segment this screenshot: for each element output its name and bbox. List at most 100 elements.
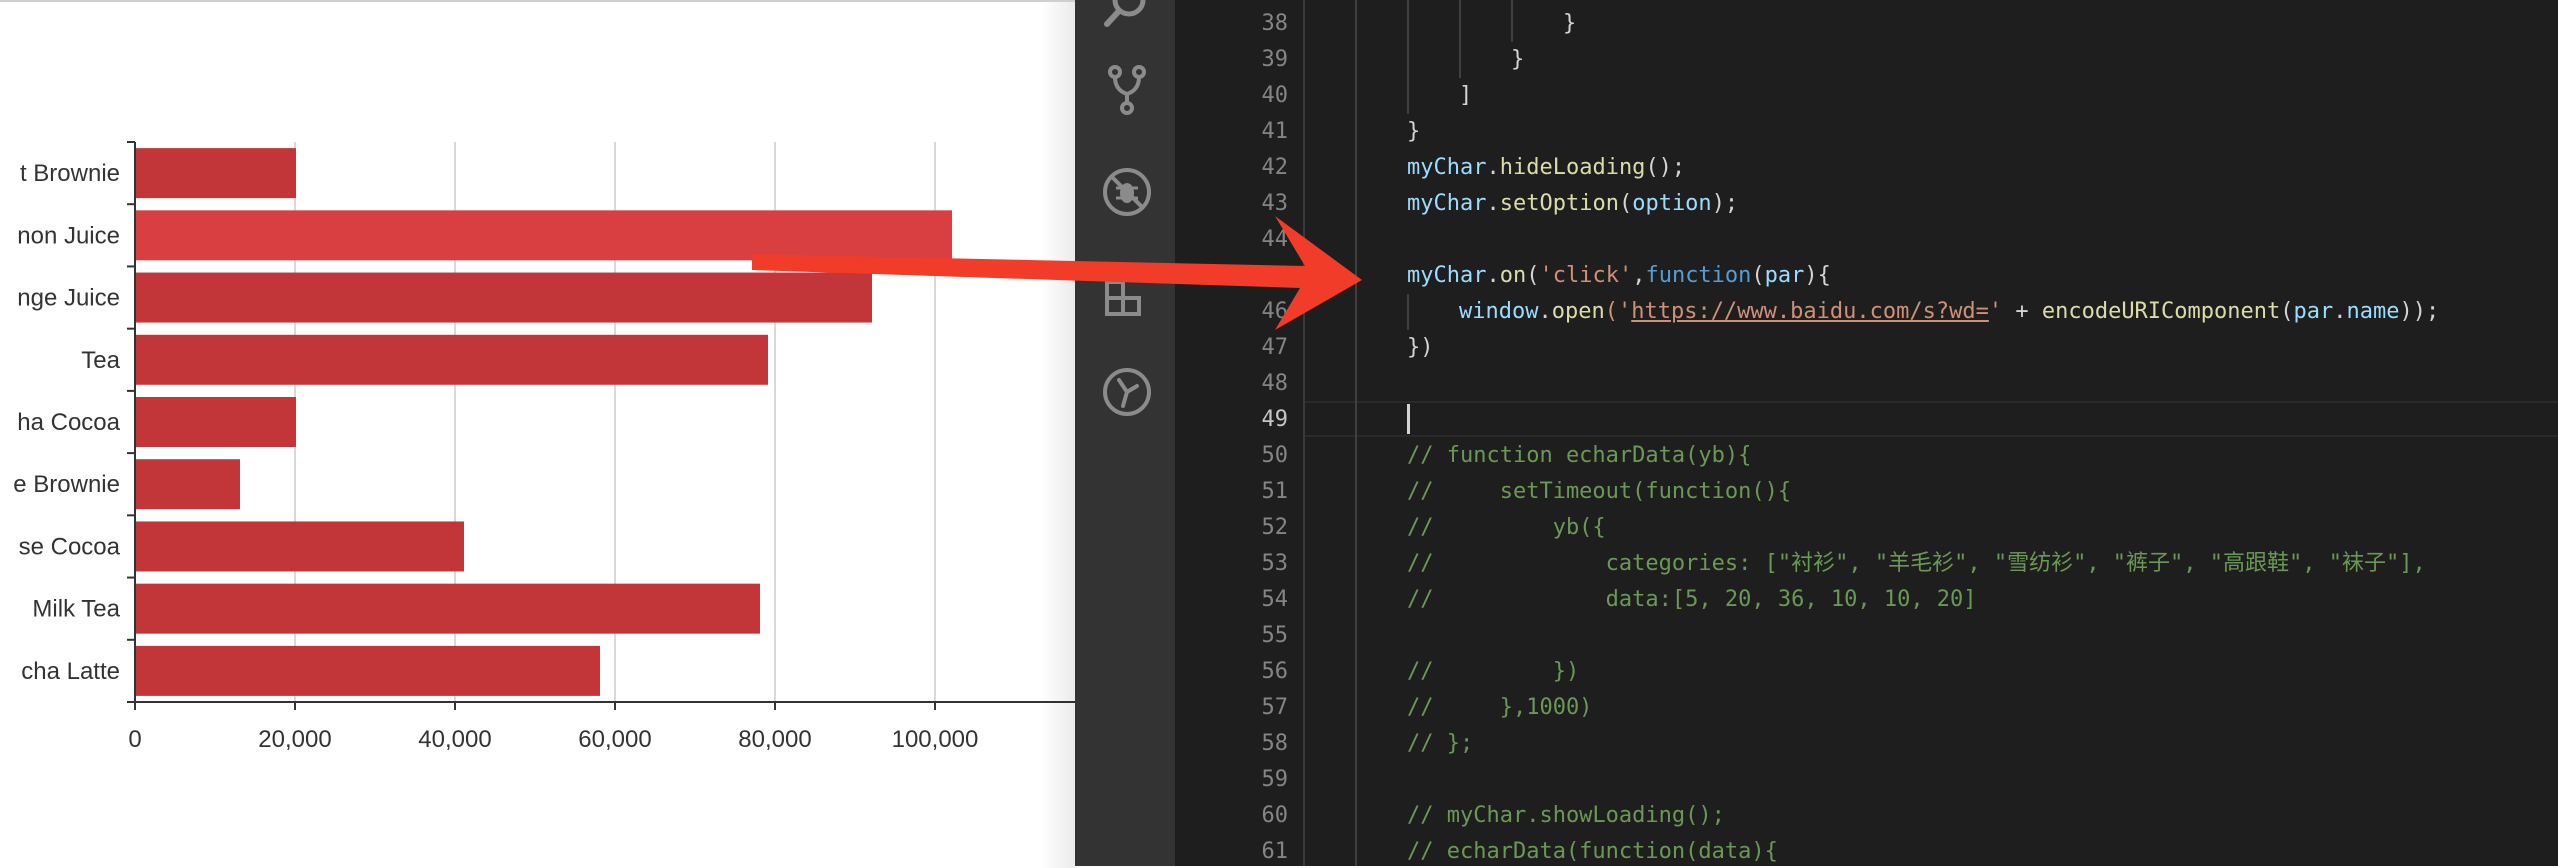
category-label: nge Juice: [17, 285, 120, 312]
remote-explorer-icon[interactable]: [1101, 366, 1153, 418]
code-token: // echarData(function(data){: [1407, 839, 1778, 864]
code-line[interactable]: // function echarData(yb){: [1407, 438, 1751, 474]
code-line[interactable]: // categories: ["衬衫", "羊毛衫", "雪纺衫", "裤子"…: [1407, 546, 2426, 582]
line-number: 44: [1261, 227, 1289, 252]
chart-preview-pane: t Brownie non Juice nge Juice Tea ha Cocoa e …: [0, 0, 1075, 868]
bar-7[interactable]: [136, 583, 760, 634]
bar-2[interactable]: [136, 272, 872, 323]
code-token: setOption: [1499, 191, 1619, 216]
code-token: myChar: [1407, 191, 1487, 216]
code-token: (: [2280, 299, 2294, 324]
category-label: Tea: [81, 347, 120, 374]
code-token: .: [1486, 191, 1500, 216]
bar-3[interactable]: [136, 334, 768, 385]
bar-4[interactable]: [136, 397, 296, 447]
code-token: }: [1511, 47, 1525, 72]
extensions-icon[interactable]: [1101, 268, 1153, 320]
current-line-highlight: [1305, 401, 2558, 437]
code-token: 'click': [1539, 263, 1633, 288]
code-line[interactable]: }: [1407, 114, 1420, 150]
code-token: name: [2346, 299, 2400, 324]
line-number: 57: [1261, 695, 1289, 720]
code-token: .: [1486, 155, 1500, 180]
code-token: // myChar.showLoading();: [1407, 803, 1725, 828]
code-token: // },1000): [1407, 695, 1593, 720]
code-token: ': [1988, 299, 2003, 324]
x-tick-label: 40,000: [418, 726, 491, 753]
line-number: 42: [1261, 155, 1289, 180]
code-editor[interactable]: 38 39 40 41 42 43 44 45 46 47 48 49 50 51 52 53 54 55 56 57…: [1175, 0, 2558, 866]
code-line[interactable]: }: [1511, 42, 1524, 78]
code-token: ]: [1459, 83, 1473, 108]
code-token: +: [2002, 299, 2042, 324]
code-line[interactable]: // data:[5, 20, 36, 10, 10, 20]: [1407, 582, 1977, 618]
code-line[interactable]: window.open('https://www.baidu.com/s?wd=…: [1459, 294, 2439, 330]
code-line[interactable]: // setTimeout(function(){: [1407, 474, 1791, 510]
code-line[interactable]: myChar.setOption(option);: [1407, 186, 1738, 222]
code-line[interactable]: // },1000): [1407, 690, 1592, 726]
line-number: 61: [1261, 839, 1289, 864]
category-label: cha Latte: [21, 658, 120, 685]
code-line[interactable]: }): [1407, 330, 1434, 366]
line-number: 43: [1261, 191, 1289, 216]
code-token: open: [1551, 299, 1605, 324]
code-token: window: [1459, 299, 1539, 324]
bar-6[interactable]: [136, 521, 464, 572]
line-number: 49: [1261, 407, 1289, 432]
category-label: ha Cocoa: [17, 409, 120, 436]
code-token: encodeURIComponent: [2041, 299, 2281, 324]
code-line[interactable]: // yb({: [1407, 510, 1606, 546]
code-token: (': [1604, 299, 1632, 324]
code-token: par: [1764, 263, 1805, 288]
code-token: }: [1563, 11, 1577, 36]
code-token: ));: [2399, 299, 2440, 324]
search-icon[interactable]: [1101, 0, 1153, 34]
indent-guide: [1459, 0, 1461, 78]
code-line[interactable]: // }): [1407, 654, 1579, 690]
code-token: }): [1407, 335, 1434, 360]
indent-guide: [1407, 294, 1409, 330]
bar-1[interactable]: [136, 210, 952, 261]
code-token: myChar: [1407, 263, 1487, 288]
code-line[interactable]: ]: [1459, 78, 1472, 114]
code-token: par: [2293, 299, 2334, 324]
code-token: (: [1751, 263, 1765, 288]
line-number: 55: [1261, 623, 1289, 648]
line-number: 53: [1261, 551, 1289, 576]
bar-8[interactable]: [136, 645, 600, 696]
code-line[interactable]: // };: [1407, 726, 1473, 762]
line-number: 54: [1261, 587, 1289, 612]
code-line[interactable]: // echarData(function(data){: [1407, 834, 1778, 866]
line-number: 38: [1261, 11, 1289, 36]
line-number: 46: [1261, 299, 1289, 324]
code-token: // yb({: [1407, 515, 1606, 540]
code-token: myChar: [1407, 155, 1487, 180]
code-token: // setTimeout(function(){: [1407, 479, 1792, 504]
source-control-icon[interactable]: [1101, 64, 1153, 116]
indent-guide: [1355, 0, 1357, 866]
code-line[interactable]: myChar.on('click',function(par){: [1407, 258, 1831, 294]
debug-icon[interactable]: [1101, 166, 1153, 218]
code-line[interactable]: // myChar.showLoading();: [1407, 798, 1725, 834]
category-label: e Brownie: [13, 471, 120, 498]
code-token: https://www.baidu.com/s?wd=: [1631, 299, 1989, 324]
code-token: (: [1618, 191, 1633, 216]
code-token: ){: [1804, 263, 1831, 288]
line-number: 40: [1261, 83, 1289, 108]
code-token: function: [1645, 263, 1752, 288]
code-token: hideLoading: [1499, 155, 1646, 180]
line-number: 56: [1261, 659, 1289, 684]
code-line[interactable]: myChar.hideLoading();: [1407, 150, 1685, 186]
x-tick-label: 100,000: [892, 726, 979, 753]
code-token: // categories: ["衬衫", "羊毛衫", "雪纺衫", "裤子"…: [1407, 551, 2426, 576]
code-line[interactable]: }: [1563, 6, 1576, 42]
bar-0[interactable]: [136, 148, 296, 199]
bar-5[interactable]: [136, 459, 240, 510]
pane-shadow: [1040, 2, 1075, 868]
code-token: // data:[5, 20, 36, 10, 10, 20]: [1407, 587, 1977, 612]
category-label: non Juice: [17, 222, 120, 249]
line-number-gutter: 38 39 40 41 42 43 44 45 46 47 48 49 50 51 52 53 54 55 56 57…: [1175, 0, 1300, 866]
x-tick-label: 0: [128, 726, 141, 753]
code-token: .: [1486, 263, 1500, 288]
code-token: );: [1711, 191, 1739, 216]
